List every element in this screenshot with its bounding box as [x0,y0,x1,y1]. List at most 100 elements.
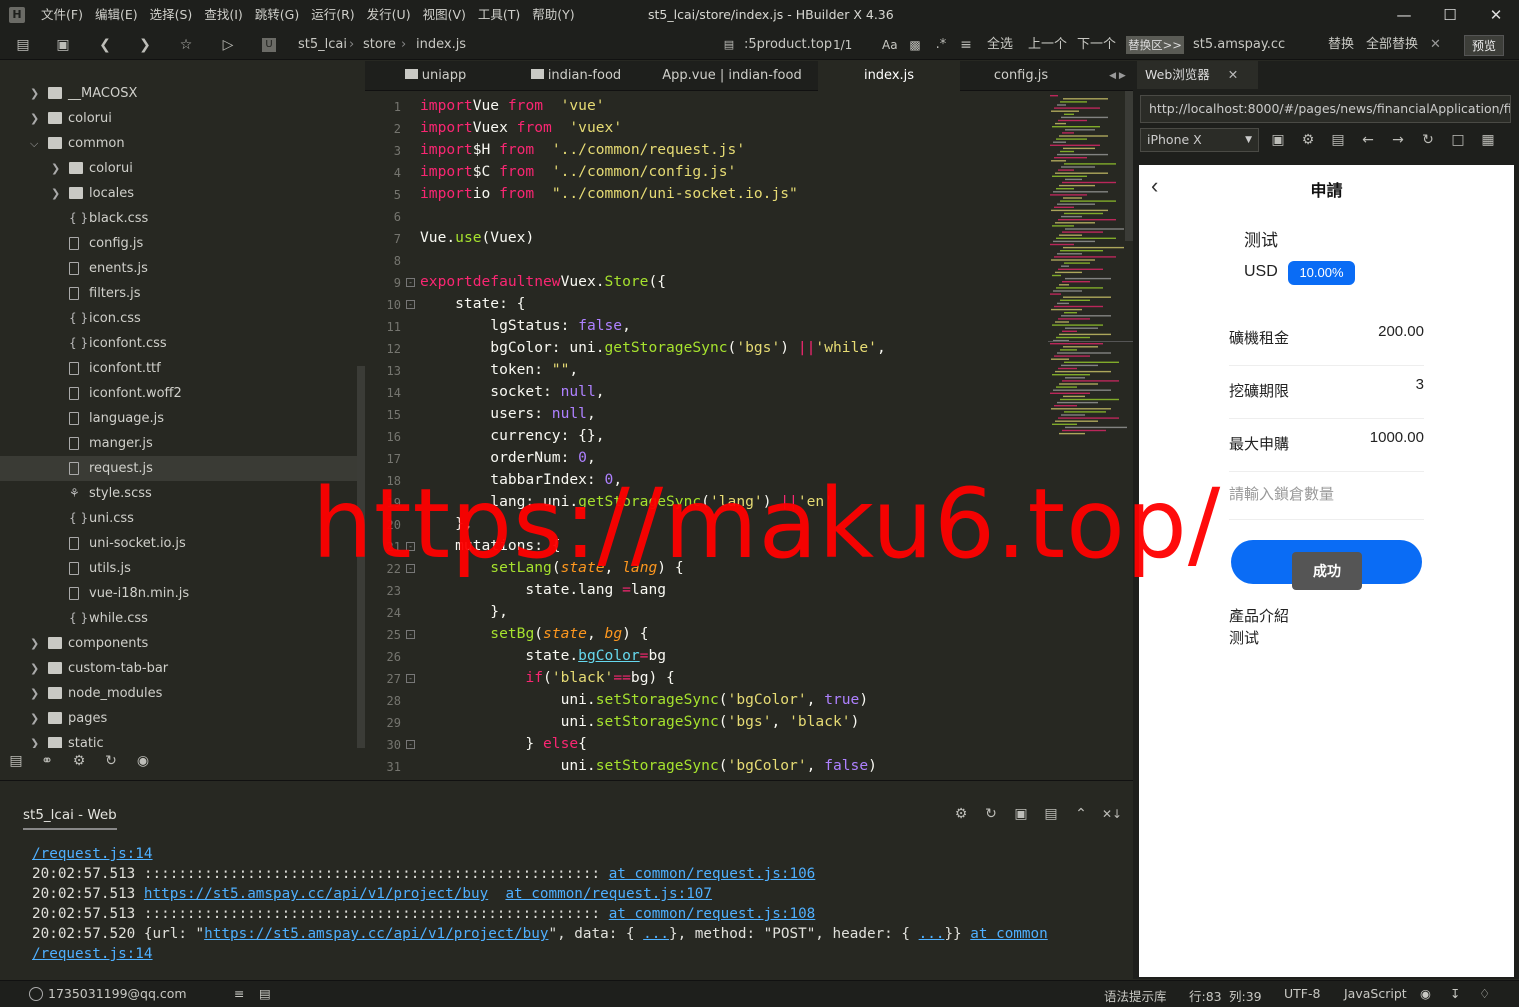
menu-item-9[interactable]: 帮助(Y) [526,0,580,30]
breadcrumb-folder[interactable]: store [363,30,396,60]
minimize-icon[interactable]: — [1381,0,1427,30]
tree-item[interactable]: ❯ locales [0,181,357,206]
chevron-down-icon[interactable]: ⌵ [30,131,38,156]
run-icon[interactable]: ▷ [219,36,237,54]
regex-icon[interactable]: .* [932,36,950,54]
log-link[interactable]: ... [919,926,945,942]
maximize-icon[interactable]: ☐ [1427,0,1473,30]
chevron-right-icon[interactable]: ❯ [30,631,39,656]
tree-item[interactable]: { } icon.css [0,306,357,331]
breadcrumb-project[interactable]: st5_lcai [298,30,347,60]
clear-icon[interactable]: ▤ [1042,805,1060,823]
tree-item[interactable]: ❯ __MACOSX [0,81,357,106]
tree-item[interactable]: ❯ pages [0,706,357,731]
download-icon[interactable]: ↧ [1450,986,1460,1001]
code-editor[interactable]: 1 importVue from 'vue' 2 importVuex from 'v… [365,91,1133,778]
tree-item[interactable]: enents.js [0,256,357,281]
fold-icon[interactable]: - [406,740,415,749]
chevron-right-icon[interactable]: ❯ [30,706,39,731]
encoding[interactable]: UTF-8 [1284,986,1320,1001]
cursor-col[interactable]: 列:39 [1229,986,1262,1005]
tree-item[interactable]: { } uni.css [0,506,357,531]
tree-item[interactable]: ❯ colorui [0,156,357,181]
tree-item[interactable]: ❯ custom-tab-bar [0,656,357,681]
files-icon[interactable]: ▤ [7,752,25,770]
stop-icon[interactable]: ▣ [1012,805,1030,823]
console-title[interactable]: st5_lcai - Web [23,807,117,830]
chevron-right-icon[interactable]: ❯ [30,81,39,106]
debug-icon[interactable]: ⚙ [70,752,88,770]
qr-icon[interactable]: ▦ [1479,131,1497,149]
fold-icon[interactable]: - [406,278,415,287]
bell-icon[interactable]: ♢ [1479,986,1490,1001]
chat-icon[interactable]: ◉ [1420,986,1431,1001]
fold-icon[interactable]: - [406,630,415,639]
back-icon[interactable]: ❮ [96,36,114,54]
plugin-icon[interactable]: ◉ [134,752,152,770]
chevron-right-icon[interactable]: ❯ [30,106,39,131]
tab-scroll-arrows[interactable]: ◀ ▶ [1102,61,1133,91]
log-link[interactable]: /request.js:14 [32,846,153,862]
preview-button[interactable]: 预览 [1464,35,1504,56]
tree-item[interactable]: ⌵ common [0,131,357,156]
menu-item-1[interactable]: 编辑(E) [89,0,144,30]
log-link[interactable]: https://st5.amspay.cc/api/v1/project/buy [204,926,548,942]
search-input[interactable]: :5product.top [744,30,832,60]
log-link[interactable]: at common/request.js:108 [609,906,816,922]
git-icon[interactable]: ↻ [102,752,120,770]
tree-item[interactable]: language.js [0,406,357,431]
tab-config-js[interactable]: config.js [960,61,1082,91]
tree-item[interactable]: config.js [0,231,357,256]
whole-word-icon[interactable]: ▩ [906,36,924,54]
url-bar[interactable]: http://localhost:8000/#/pages/news/finan… [1140,95,1511,123]
tree-item[interactable]: ❯ colorui [0,106,357,131]
language-mode[interactable]: JavaScript [1344,986,1407,1001]
fold-icon[interactable]: - [406,300,415,309]
log-link[interactable]: at common/request.js:107 [505,886,712,902]
close-icon[interactable]: ✕ [1473,0,1519,30]
menu-item-2[interactable]: 选择(S) [144,0,199,30]
star-icon[interactable]: ☆ [177,36,195,54]
breadcrumb-file[interactable]: index.js [416,30,466,60]
menu-item-0[interactable]: 文件(F) [35,0,89,30]
user-account[interactable]: 1735031199@qq.com [48,986,187,1001]
device-select[interactable]: iPhone X ▼ [1140,128,1259,152]
tree-item[interactable]: request.js [0,456,357,481]
save-icon[interactable]: ▣ [54,36,72,54]
chevron-right-icon[interactable]: ❯ [51,156,60,181]
menu-item-7[interactable]: 视图(V) [417,0,472,30]
nav-forward-icon[interactable]: → [1389,131,1407,149]
next-match-button[interactable]: 下一个 [1077,30,1116,60]
tree-item[interactable]: iconfont.ttf [0,356,357,381]
replace-input[interactable]: st5.amspay.cc [1193,30,1285,60]
menu-item-8[interactable]: 工具(T) [472,0,526,30]
fold-icon[interactable]: - [406,674,415,683]
menu-item-5[interactable]: 运行(R) [305,0,360,30]
tree-item[interactable]: filters.js [0,281,357,306]
replace-area-toggle[interactable]: 替换区>> [1126,36,1184,54]
tab-indian-food[interactable]: indian-food [506,61,646,91]
cursor-line[interactable]: 行:83 [1189,986,1222,1005]
console-icon[interactable]: ▤ [1329,131,1347,149]
log-link[interactable]: https://st5.amspay.cc/api/v1/project/buy [144,886,488,902]
tree-item[interactable]: ⚘ style.scss [0,481,357,506]
tree-item[interactable]: { } while.css [0,606,357,631]
tab-uniapp[interactable]: uniapp [365,61,506,91]
restart-icon[interactable]: ↻ [982,805,1000,823]
new-file-icon[interactable]: ▤ [14,36,32,54]
tree-item[interactable]: vue-i18n.min.js [0,581,357,606]
menu-item-6[interactable]: 发行(U) [361,0,417,30]
chevron-right-icon[interactable]: ❯ [51,181,60,206]
match-case-toggle[interactable]: Aa [882,30,898,60]
quantity-input[interactable]: 請輸入鎖倉數量 [1229,472,1424,520]
pin-icon[interactable]: ✕↓ [1102,805,1122,823]
tab-index-js[interactable]: index.js [818,61,960,91]
terminal-icon[interactable]: ▤ [259,986,271,1001]
editor-scrollbar[interactable] [1125,91,1133,241]
close-find-icon[interactable]: ✕ [1430,30,1441,60]
tree-item[interactable]: utils.js [0,556,357,581]
log-link[interactable]: at common/request.js:106 [609,866,816,882]
prev-match-button[interactable]: 上一个 [1028,30,1067,60]
tab-app-vue[interactable]: App.vue | indian-food [646,61,818,91]
refresh-icon[interactable]: ↻ [1419,131,1437,149]
